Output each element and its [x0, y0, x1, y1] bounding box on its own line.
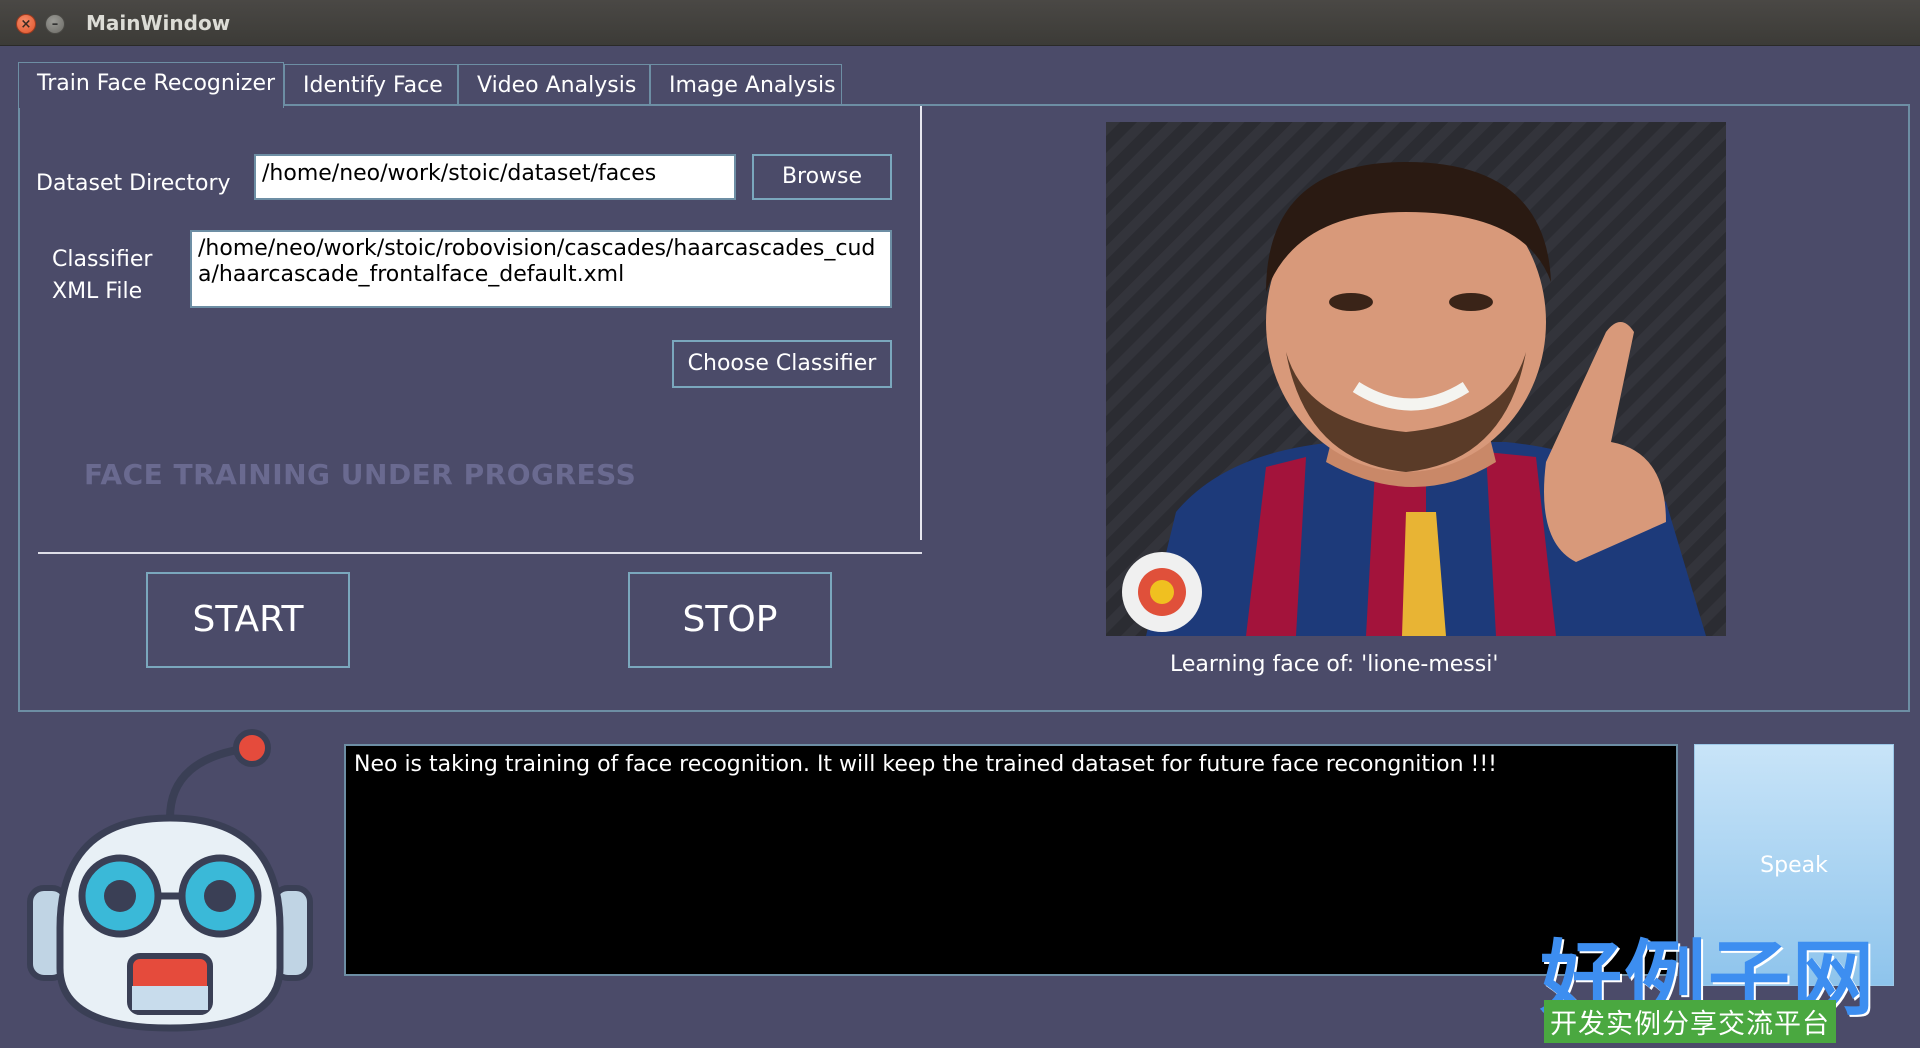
- learning-face-caption: Learning face of: 'lione-messi': [1170, 652, 1499, 677]
- train-tab-pane: Dataset Directory /home/neo/work/stoic/d…: [18, 104, 1910, 712]
- start-button[interactable]: START: [146, 572, 350, 668]
- window-title: MainWindow: [86, 11, 231, 35]
- stop-button[interactable]: STOP: [628, 572, 832, 668]
- main-window: × – MainWindow Train Face Recognizer Ide…: [0, 0, 1920, 1048]
- message-console: Neo is taking training of face recogniti…: [344, 744, 1678, 976]
- browse-button[interactable]: Browse: [752, 154, 892, 200]
- settings-group: Dataset Directory /home/neo/work/stoic/d…: [20, 106, 922, 540]
- tab-video-analysis[interactable]: Video Analysis: [458, 64, 650, 106]
- classifier-label-line1: Classifier: [52, 247, 153, 272]
- choose-classifier-button[interactable]: Choose Classifier: [672, 340, 892, 388]
- speak-button-label: Speak: [1760, 852, 1828, 878]
- minimize-icon[interactable]: –: [45, 14, 65, 34]
- close-icon[interactable]: ×: [16, 14, 36, 34]
- watermark-subtitle: 开发实例分享交流平台: [1544, 1000, 1836, 1043]
- training-progress-text: FACE TRAINING UNDER PROGRESS: [84, 458, 637, 491]
- robot-avatar-icon: [20, 728, 320, 1038]
- divider: [38, 552, 922, 554]
- dataset-directory-input[interactable]: /home/neo/work/stoic/dataset/faces: [254, 154, 736, 200]
- dataset-directory-label: Dataset Directory: [36, 171, 231, 196]
- tab-image-analysis[interactable]: Image Analysis: [650, 64, 842, 106]
- classifier-label-line2: XML File: [52, 279, 143, 304]
- tab-identify-face[interactable]: Identify Face: [284, 64, 458, 106]
- title-bar: × – MainWindow: [0, 0, 1920, 46]
- tab-train-face-recognizer[interactable]: Train Face Recognizer: [18, 62, 284, 108]
- face-preview-image: [1106, 122, 1726, 636]
- classifier-xml-input[interactable]: /home/neo/work/stoic/robovision/cascades…: [190, 230, 892, 308]
